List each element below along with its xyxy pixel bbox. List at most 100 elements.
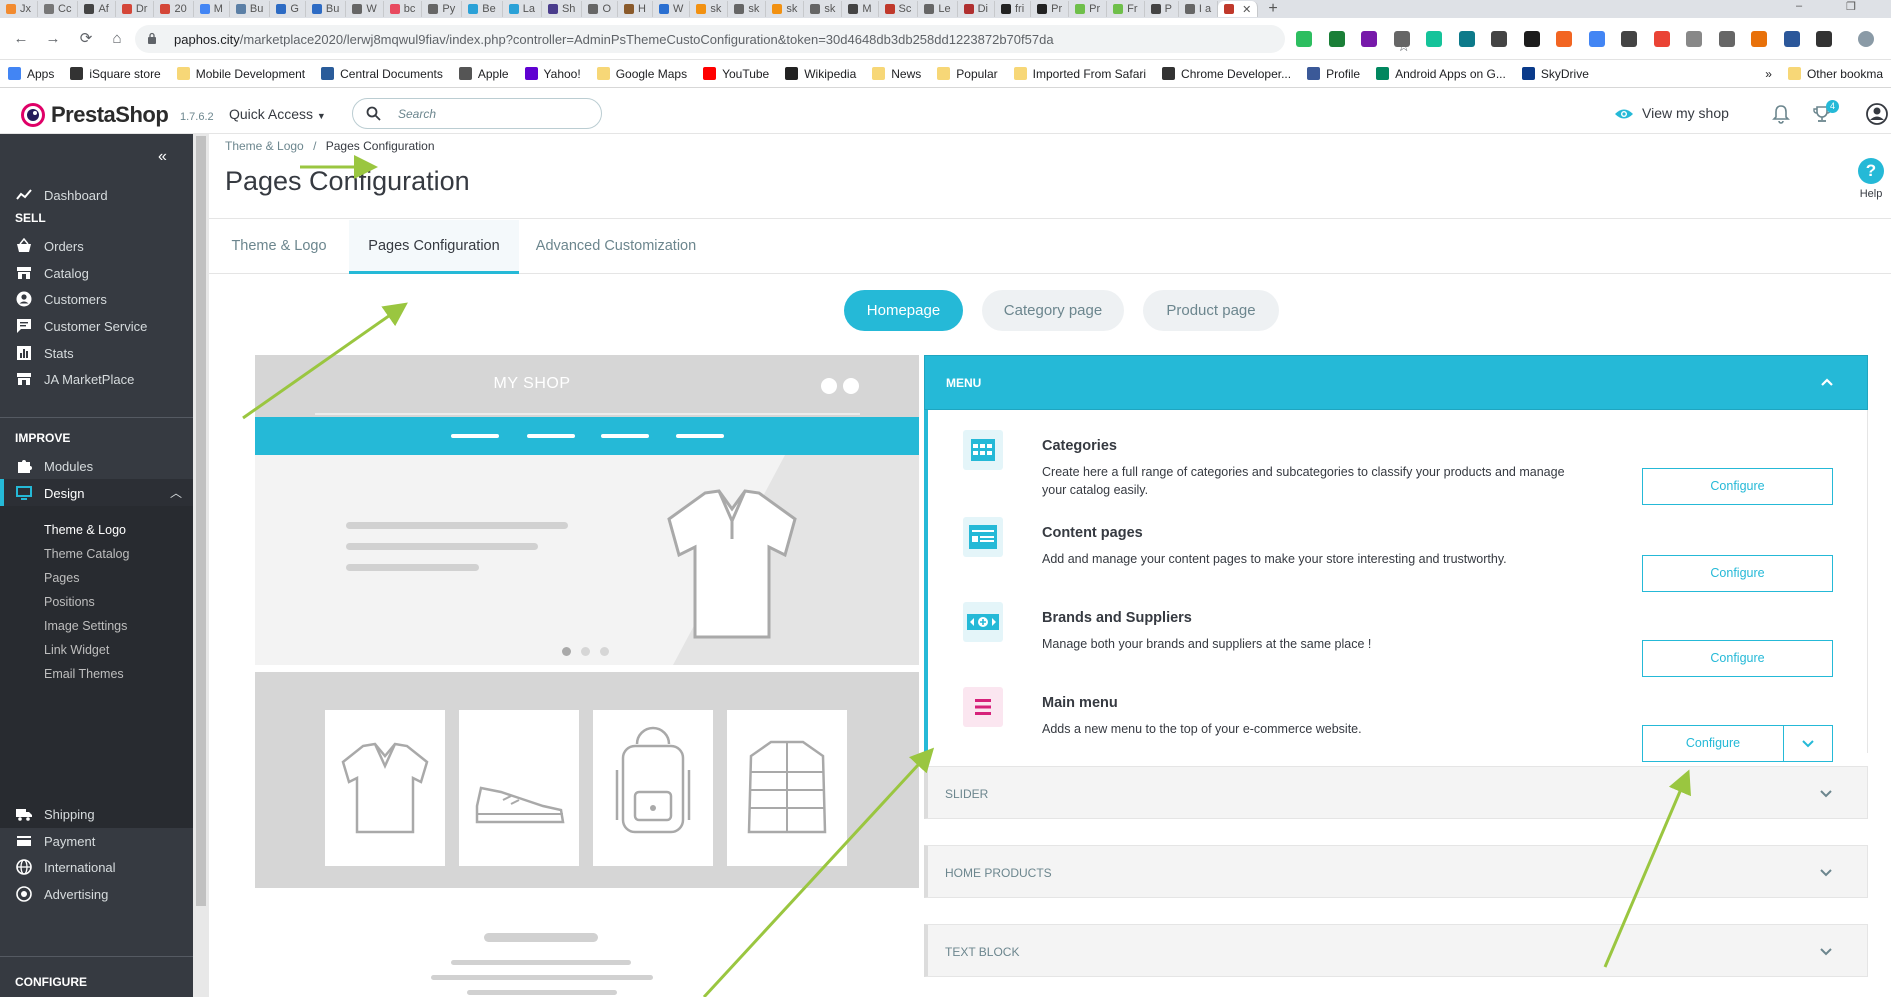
pill-product-page[interactable]: Product page (1143, 290, 1279, 331)
address-bar[interactable]: paphos.city/marketplace2020/lerwj8mqwul9… (135, 25, 1410, 55)
bookmark-item[interactable]: Mobile Development (169, 67, 313, 81)
user-avatar-icon[interactable] (1866, 103, 1888, 125)
bookmark-item[interactable]: Apple (451, 67, 517, 81)
text-block-section-header[interactable]: TEXT BLOCK (924, 924, 1868, 977)
tab-theme-logo[interactable]: Theme & Logo (209, 220, 349, 274)
nav-catalog[interactable]: Catalog (0, 259, 193, 287)
nav-advertising[interactable]: Advertising (0, 880, 193, 908)
sidebar-scrollbar[interactable] (193, 134, 209, 997)
browser-tab[interactable]: I a (1179, 1, 1219, 17)
extension-icon[interactable] (1653, 31, 1670, 47)
bookmark-item[interactable]: Central Documents (313, 67, 451, 81)
extension-icon[interactable] (1393, 31, 1410, 47)
main-menu-dropdown-toggle[interactable] (1784, 726, 1832, 761)
browser-tab[interactable]: Dr (116, 1, 155, 17)
extension-icon[interactable] (1718, 31, 1735, 47)
browser-tab[interactable]: O (582, 1, 618, 17)
browser-tab[interactable]: Fr (1107, 1, 1145, 17)
extension-icon[interactable] (1361, 31, 1377, 47)
bookmark-item[interactable]: Chrome Developer... (1154, 67, 1299, 81)
nav-design[interactable]: Design ︿ (0, 479, 193, 507)
home-products-section-header[interactable]: HOME PRODUCTS (924, 845, 1868, 898)
bell-icon[interactable] (1772, 104, 1790, 124)
browser-tab[interactable]: Jx (0, 1, 38, 17)
browser-tab[interactable]: fri (995, 1, 1032, 17)
browser-tab[interactable]: Le (918, 1, 958, 17)
nav-modules[interactable]: Modules (0, 452, 193, 480)
nav-stats[interactable]: Stats (0, 339, 193, 367)
configure-brands-button[interactable]: Configure (1642, 640, 1833, 677)
browser-tab[interactable]: sk (728, 1, 767, 17)
browser-tab[interactable]: Af (78, 1, 116, 17)
subnav-link-widget[interactable]: Link Widget (44, 643, 109, 657)
other-bookmarks-folder[interactable]: Other bookma (1780, 67, 1891, 81)
new-tab-button[interactable]: + (1258, 0, 1287, 18)
window-restore-button[interactable]: ❐ (1846, 0, 1856, 13)
extension-icon[interactable] (1783, 31, 1800, 47)
subnav-positions[interactable]: Positions (44, 595, 95, 609)
browser-tab[interactable]: La (503, 1, 542, 17)
browser-tab[interactable]: Pr (1069, 1, 1108, 17)
nav-dashboard[interactable]: Dashboard (0, 181, 193, 209)
browser-tab[interactable]: sk (690, 1, 729, 17)
browser-tab[interactable]: W (346, 1, 384, 17)
nav-ja-marketplace[interactable]: JA MarketPlace (0, 365, 193, 393)
back-icon[interactable]: ← (12, 30, 30, 48)
bookmark-item[interactable]: Profile (1299, 67, 1368, 81)
reload-icon[interactable]: ⟳ (77, 30, 95, 48)
browser-tab[interactable]: M (842, 1, 879, 17)
subnav-image-settings[interactable]: Image Settings (44, 619, 127, 633)
slider-section-header[interactable]: SLIDER (924, 766, 1868, 819)
browser-tab[interactable]: M (194, 1, 230, 17)
browser-tab[interactable]: Di (958, 1, 995, 17)
nav-international[interactable]: International (0, 853, 193, 881)
browser-tab[interactable]: Sh (542, 1, 583, 17)
bookmark-item[interactable]: YouTube (695, 67, 777, 81)
subnav-theme-logo[interactable]: Theme & Logo (44, 523, 126, 537)
extension-icon[interactable] (1686, 31, 1702, 47)
more-bookmarks-button[interactable]: » (1757, 67, 1780, 81)
browser-tab[interactable]: Sc (879, 1, 919, 17)
extension-icon[interactable] (1556, 31, 1572, 47)
extension-icon[interactable] (1296, 31, 1312, 47)
extension-icon[interactable] (1588, 31, 1605, 47)
extension-icon[interactable] (1523, 31, 1540, 47)
bookmark-item[interactable]: iSquare store (62, 67, 168, 81)
browser-tab[interactable]: G (270, 1, 306, 17)
window-minimize-button[interactable]: – (1796, 0, 1802, 12)
extension-icon[interactable] (1816, 31, 1832, 47)
browser-tab[interactable]: Py (422, 1, 463, 17)
browser-tab[interactable]: 20 (154, 1, 194, 17)
subnav-email-themes[interactable]: Email Themes (44, 667, 124, 681)
view-my-shop-link[interactable]: View my shop (1615, 105, 1729, 121)
bookmark-item[interactable]: Google Maps (589, 67, 695, 81)
prestashop-logo-icon[interactable] (20, 102, 46, 128)
bookmark-item[interactable]: News (864, 67, 929, 81)
extension-icon[interactable] (1491, 31, 1507, 47)
help-button[interactable]: ? Help (1858, 158, 1884, 200)
browser-tab[interactable]: Pr (1031, 1, 1070, 17)
tab-pages-configuration[interactable]: Pages Configuration (349, 220, 519, 274)
pill-category-page[interactable]: Category page (982, 290, 1124, 331)
bookmark-item[interactable]: Wikipedia (777, 67, 864, 81)
browser-tab[interactable]: W (653, 1, 691, 17)
bookmark-item[interactable]: Popular (929, 67, 1005, 81)
bookmark-item[interactable]: Android Apps on G... (1368, 67, 1514, 81)
extension-icon[interactable] (1621, 31, 1637, 47)
collapse-sidebar-icon[interactable]: « (158, 148, 167, 166)
subnav-pages[interactable]: Pages (44, 571, 79, 585)
browser-tab[interactable]: Cc (38, 1, 79, 17)
admin-search-input[interactable]: Search (352, 98, 602, 129)
quick-access-dropdown[interactable]: Quick Access ▼ (229, 106, 326, 122)
browser-tab[interactable]: sk (804, 1, 843, 17)
tab-close-icon[interactable]: ✕ (1242, 3, 1251, 16)
bookmark-item[interactable]: Yahoo! (517, 67, 589, 81)
profile-avatar-icon[interactable] (1858, 31, 1874, 47)
browser-tab[interactable]: Bu (306, 1, 347, 17)
nav-shipping[interactable]: Shipping (0, 800, 193, 828)
scrollbar-thumb[interactable] (196, 136, 206, 906)
extension-icon[interactable] (1751, 31, 1767, 47)
extension-icon[interactable] (1328, 31, 1345, 47)
browser-tab[interactable]: Be (462, 1, 503, 17)
tab-advanced-customization[interactable]: Advanced Customization (519, 220, 713, 274)
